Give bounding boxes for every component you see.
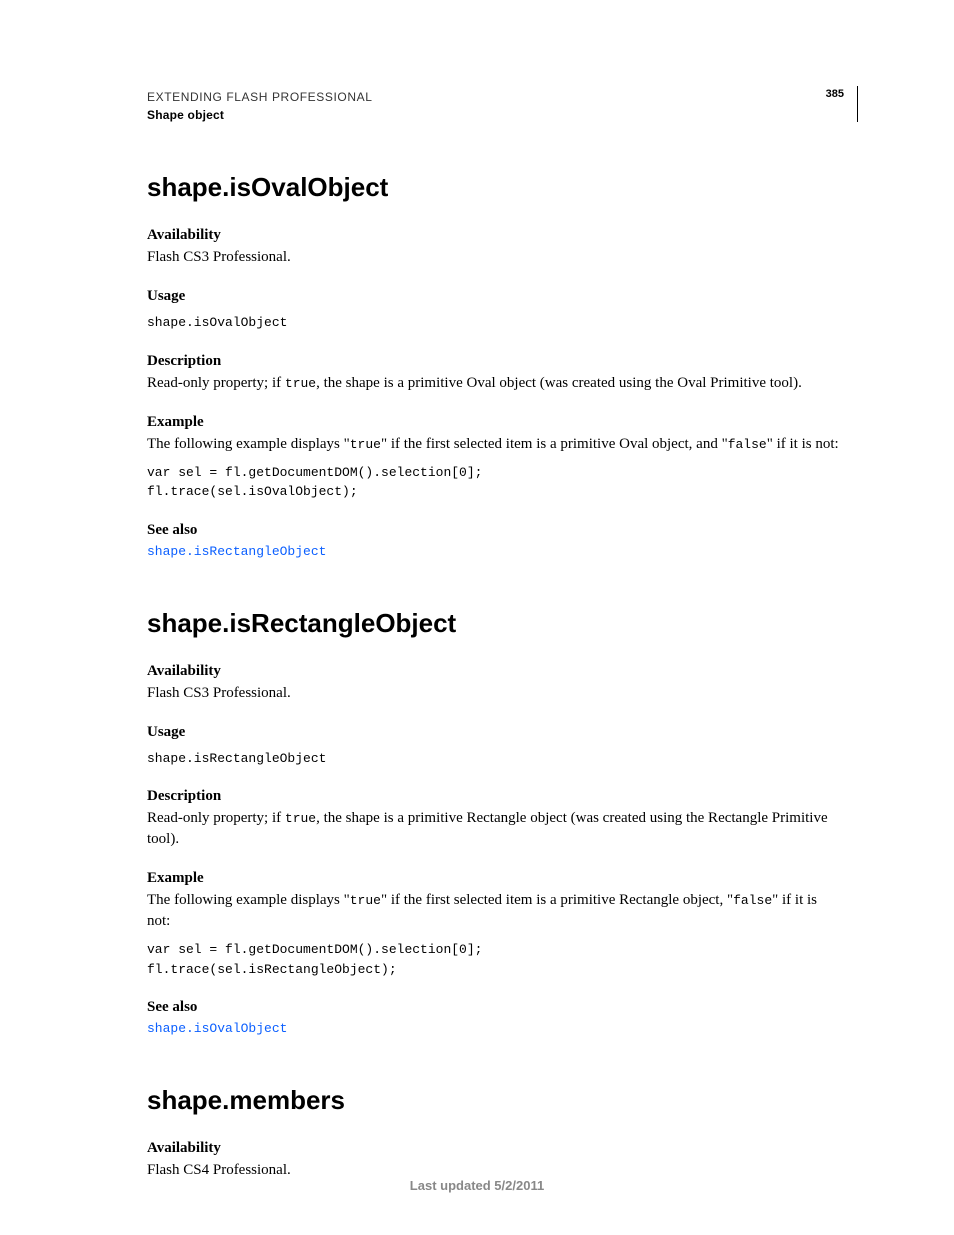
availability-label: Availability bbox=[147, 1140, 844, 1157]
usage-label: Usage bbox=[147, 288, 844, 305]
ex-pre: The following example displays " bbox=[147, 892, 350, 908]
ex-post: " if it is not: bbox=[767, 436, 839, 452]
ex-inline1: true bbox=[350, 893, 381, 908]
seealso-label: See also bbox=[147, 999, 844, 1016]
availability-text: Flash CS3 Professional. bbox=[147, 247, 844, 268]
desc-post: , the shape is a primitive Oval object (… bbox=[316, 375, 802, 391]
seealso-link[interactable]: shape.isOvalObject bbox=[147, 1021, 287, 1036]
seealso-link[interactable]: shape.isRectangleObject bbox=[147, 544, 326, 559]
section-title: shape.isOvalObject bbox=[147, 172, 844, 203]
ex-inline1: true bbox=[350, 437, 381, 452]
example-text: The following example displays "true" if… bbox=[147, 890, 844, 932]
desc-inline: true bbox=[285, 811, 316, 826]
example-text: The following example displays "true" if… bbox=[147, 434, 844, 455]
ex-inline2: false bbox=[728, 437, 767, 452]
usage-label: Usage bbox=[147, 724, 844, 741]
footer-updated: Last updated 5/2/2011 bbox=[0, 1178, 954, 1193]
page-header: EXTENDING FLASH PROFESSIONAL Shape objec… bbox=[147, 88, 844, 124]
desc-inline: true bbox=[285, 376, 316, 391]
availability-text: Flash CS3 Professional. bbox=[147, 683, 844, 704]
section-title: shape.isRectangleObject bbox=[147, 608, 844, 639]
desc-pre: Read-only property; if bbox=[147, 375, 285, 391]
page: EXTENDING FLASH PROFESSIONAL Shape objec… bbox=[0, 0, 954, 1235]
availability-label: Availability bbox=[147, 663, 844, 680]
section-title: shape.members bbox=[147, 1085, 844, 1116]
running-head-subtitle: Shape object bbox=[147, 106, 844, 124]
running-head-title: EXTENDING FLASH PROFESSIONAL bbox=[147, 88, 844, 106]
example-code: var sel = fl.getDocumentDOM().selection[… bbox=[147, 463, 844, 502]
example-code: var sel = fl.getDocumentDOM().selection[… bbox=[147, 940, 844, 979]
example-label: Example bbox=[147, 414, 844, 431]
ex-mid: " if the first selected item is a primit… bbox=[381, 892, 733, 908]
usage-code: shape.isRectangleObject bbox=[147, 749, 844, 769]
header-rule bbox=[857, 86, 858, 122]
availability-label: Availability bbox=[147, 227, 844, 244]
ex-mid: " if the first selected item is a primit… bbox=[381, 436, 728, 452]
description-text: Read-only property; if true, the shape i… bbox=[147, 373, 844, 394]
seealso-label: See also bbox=[147, 522, 844, 539]
ex-pre: The following example displays " bbox=[147, 436, 350, 452]
description-label: Description bbox=[147, 353, 844, 370]
page-number: 385 bbox=[826, 88, 844, 100]
ex-inline2: false bbox=[733, 893, 772, 908]
desc-pre: Read-only property; if bbox=[147, 810, 285, 826]
usage-code: shape.isOvalObject bbox=[147, 313, 844, 333]
description-text: Read-only property; if true, the shape i… bbox=[147, 808, 844, 850]
example-label: Example bbox=[147, 870, 844, 887]
description-label: Description bbox=[147, 788, 844, 805]
